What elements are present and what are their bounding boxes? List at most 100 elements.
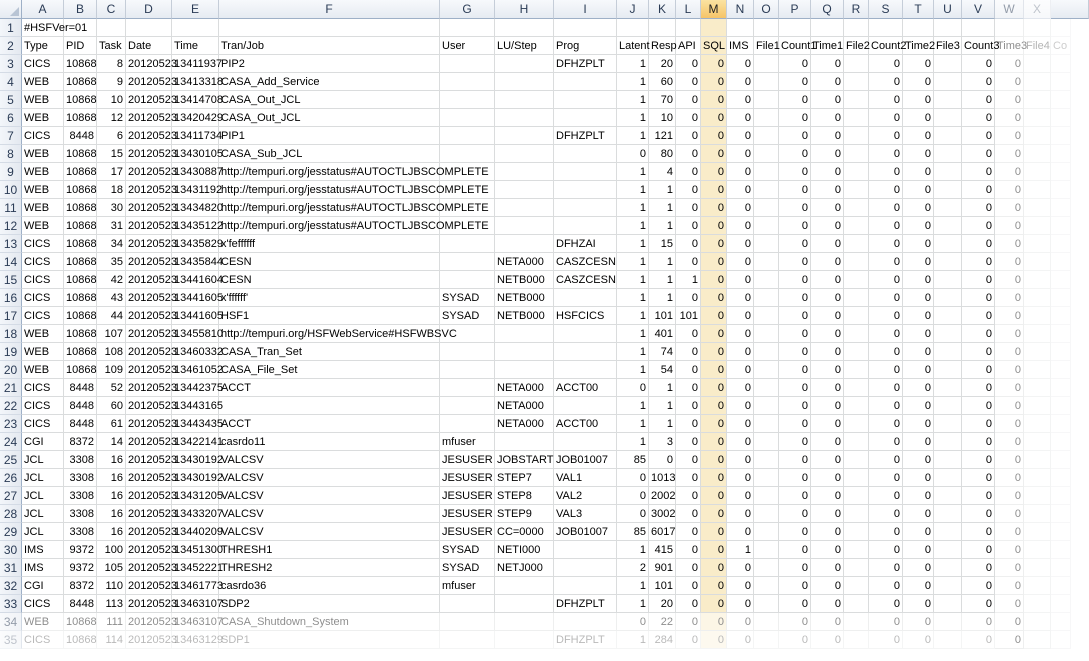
- column-header-q[interactable]: Q: [811, 0, 844, 19]
- cell[interactable]: [754, 253, 779, 271]
- cell[interactable]: [1051, 559, 1071, 577]
- cell[interactable]: 0: [962, 289, 995, 307]
- cell[interactable]: 14: [97, 433, 126, 451]
- cell[interactable]: 0: [903, 451, 934, 469]
- cell[interactable]: DFHZPLT: [554, 127, 617, 145]
- cell[interactable]: 10868: [64, 343, 97, 361]
- cell[interactable]: 0: [727, 505, 754, 523]
- cell[interactable]: [754, 343, 779, 361]
- cell[interactable]: [1024, 541, 1051, 559]
- cell[interactable]: http://tempuri.org/jesstatus#AUTOCTLJBSC…: [219, 217, 489, 235]
- cell[interactable]: 0: [701, 325, 727, 343]
- cell[interactable]: 1: [649, 217, 676, 235]
- cell[interactable]: 100: [97, 541, 126, 559]
- cell[interactable]: 0: [779, 253, 811, 271]
- row-header[interactable]: 10: [0, 181, 22, 199]
- cell[interactable]: 8448: [64, 379, 97, 397]
- cell[interactable]: [440, 73, 495, 91]
- cell[interactable]: File4: [1024, 37, 1051, 55]
- cell[interactable]: [1024, 199, 1051, 217]
- cell[interactable]: IMS: [22, 541, 64, 559]
- cell[interactable]: 0: [701, 73, 727, 91]
- cell[interactable]: 20120523: [126, 361, 177, 379]
- row-header[interactable]: 30: [0, 541, 22, 559]
- cell[interactable]: [1024, 559, 1051, 577]
- cell[interactable]: 0: [779, 487, 811, 505]
- cell[interactable]: [754, 73, 779, 91]
- cell[interactable]: [554, 73, 617, 91]
- cell[interactable]: 0: [676, 109, 701, 127]
- cell[interactable]: 20120523: [126, 379, 177, 397]
- cell[interactable]: 0: [962, 433, 995, 451]
- cell[interactable]: 13433207: [172, 505, 223, 523]
- cell[interactable]: 13441605: [172, 307, 223, 325]
- cell[interactable]: 0: [727, 289, 754, 307]
- cell[interactable]: 0: [676, 181, 701, 199]
- cell[interactable]: WEB: [22, 613, 64, 631]
- cell[interactable]: 0: [727, 73, 754, 91]
- cell[interactable]: [754, 433, 779, 451]
- cell[interactable]: 10868: [64, 289, 97, 307]
- cell[interactable]: JESUSER: [440, 451, 495, 469]
- cell[interactable]: 13431192: [172, 181, 222, 199]
- cell[interactable]: [844, 505, 869, 523]
- cell[interactable]: [554, 325, 617, 343]
- cell[interactable]: 0: [779, 577, 811, 595]
- cell[interactable]: 0: [727, 325, 754, 343]
- cell[interactable]: #HSFVer=01: [22, 19, 87, 37]
- cell[interactable]: 15: [649, 235, 676, 253]
- cell[interactable]: 3308: [64, 487, 97, 505]
- cell[interactable]: 0: [869, 289, 903, 307]
- column-header-h[interactable]: H: [495, 0, 554, 19]
- cell[interactable]: 20120523: [126, 235, 177, 253]
- cell[interactable]: CICS: [22, 271, 64, 289]
- cell[interactable]: [1024, 253, 1051, 271]
- cell[interactable]: [934, 307, 962, 325]
- cell[interactable]: 13443435: [172, 415, 223, 433]
- cell[interactable]: [1051, 217, 1071, 235]
- cell[interactable]: JCL: [22, 523, 64, 541]
- cell[interactable]: [554, 361, 617, 379]
- cell[interactable]: 1: [617, 55, 649, 73]
- cell[interactable]: 13463107: [172, 595, 223, 613]
- cell[interactable]: 0: [995, 397, 1024, 415]
- column-header-n[interactable]: N: [727, 0, 754, 19]
- cell[interactable]: [754, 415, 779, 433]
- cell[interactable]: x'ffffff': [219, 289, 440, 307]
- cell[interactable]: 20120523: [126, 181, 177, 199]
- cell[interactable]: 0: [779, 505, 811, 523]
- cell[interactable]: 0: [869, 613, 903, 631]
- cell[interactable]: 13435122: [172, 217, 223, 235]
- cell[interactable]: 0: [701, 451, 727, 469]
- column-header-f[interactable]: F: [219, 0, 440, 19]
- cell[interactable]: 20: [649, 595, 676, 613]
- cell[interactable]: [1024, 163, 1051, 181]
- cell[interactable]: 13413318: [172, 73, 223, 91]
- cell[interactable]: 0: [903, 505, 934, 523]
- cell[interactable]: 42: [97, 271, 126, 289]
- cell[interactable]: 20120523: [126, 127, 177, 145]
- cell[interactable]: [440, 325, 495, 343]
- cell[interactable]: 13430192: [172, 469, 223, 487]
- cell[interactable]: API: [676, 37, 701, 55]
- cell[interactable]: 0: [727, 55, 754, 73]
- cell[interactable]: VAL2: [554, 487, 617, 505]
- column-header-g[interactable]: G: [440, 0, 495, 19]
- cell[interactable]: 0: [727, 433, 754, 451]
- cell[interactable]: 0: [962, 559, 995, 577]
- cell[interactable]: 54: [649, 361, 676, 379]
- cell[interactable]: 34: [97, 235, 126, 253]
- cell[interactable]: 0: [903, 559, 934, 577]
- row-header[interactable]: 11: [0, 199, 22, 217]
- cell[interactable]: 1: [676, 271, 701, 289]
- cell[interactable]: CASA_Shutdown_System: [219, 613, 440, 631]
- cell[interactable]: [1051, 577, 1071, 595]
- cell[interactable]: 0: [869, 109, 903, 127]
- cell[interactable]: 20120523: [126, 559, 177, 577]
- cell[interactable]: 0: [962, 271, 995, 289]
- cell[interactable]: 0: [701, 577, 727, 595]
- column-header-i[interactable]: I: [554, 0, 617, 19]
- cell[interactable]: 0: [779, 595, 811, 613]
- cell[interactable]: 0: [903, 415, 934, 433]
- cell[interactable]: 13430105: [172, 145, 223, 163]
